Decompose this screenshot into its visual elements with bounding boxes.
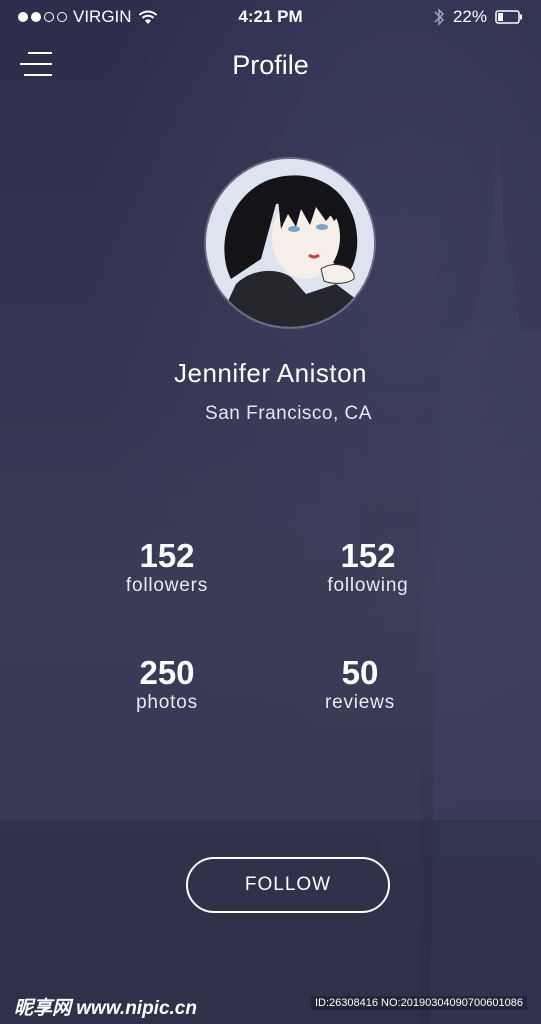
stat-label: followers [125,575,209,596]
stat-photos[interactable]: 250 photos [67,654,267,714]
avatar-illustration [206,159,374,327]
stat-label: reviews [324,692,395,713]
battery-icon [495,10,522,24]
profile-name: Jennifer Aniston [173,358,367,388]
page-title: Profile [232,50,309,80]
status-right: 22% [433,7,523,27]
follow-button[interactable]: FOLLOW [186,857,390,913]
stat-value: 152 [340,537,396,574]
bluetooth-icon [434,8,445,26]
stat-following[interactable]: 152 following [268,537,468,597]
stat-value: 152 [139,537,195,574]
stat-value: 250 [139,654,195,691]
profile-location: San Francisco, CA [205,403,372,424]
battery-percent: 22% [452,7,487,26]
stat-label: photos [136,692,198,713]
stat-reviews[interactable]: 50 reviews [260,654,460,714]
stat-value: 50 [341,654,379,691]
stat-followers[interactable]: 152 followers [67,537,267,597]
status-bar: VIRGIN 4:21 PM 22% [0,0,541,34]
watermark-site: 昵享网 www.nipic.cn [14,998,197,1019]
watermark-id: ID:26308416 NO:20190304090700601086 [311,996,527,1010]
stat-label: following [327,575,409,596]
avatar[interactable] [206,159,374,327]
